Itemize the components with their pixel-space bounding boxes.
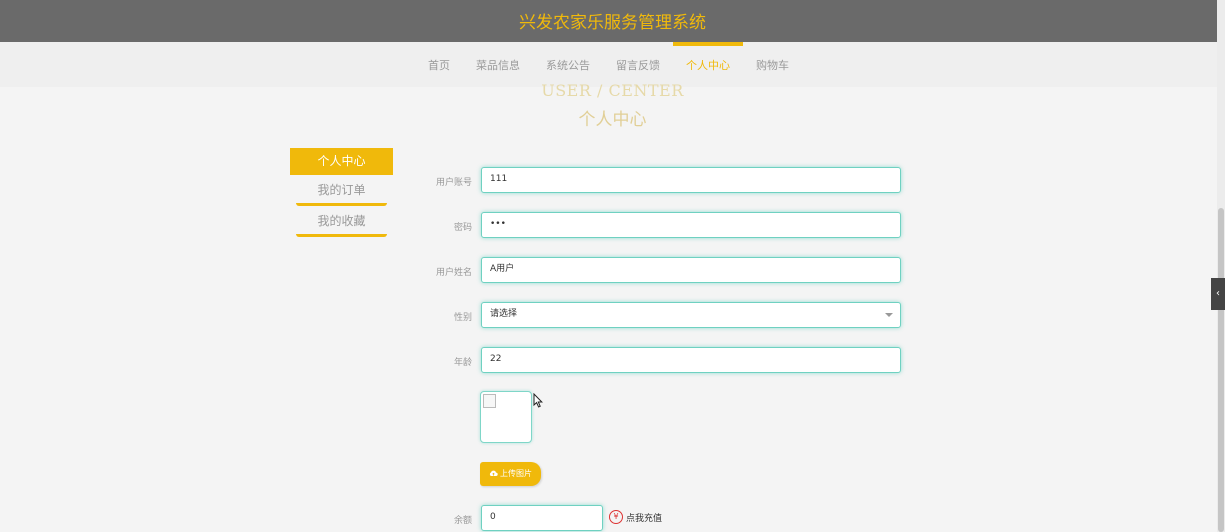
mouse-cursor-icon [533, 393, 543, 408]
page-heading-cn: 个人中心 [578, 110, 647, 130]
age-label: 年龄 [453, 358, 472, 368]
scrollbar-thumb[interactable] [1218, 208, 1224, 532]
gender-select-value: 请选择 [490, 309, 518, 319]
chevron-left-icon[interactable]: ‹ [1211, 278, 1225, 310]
chevron-down-icon [885, 313, 893, 317]
sidebar-item-label: 我的订单 [317, 183, 366, 197]
sidebar-item-my-favorites[interactable]: 我的收藏 [290, 208, 393, 237]
balance-field[interactable]: 0 [481, 505, 603, 531]
cloud-upload-icon [489, 470, 498, 476]
gender-label: 性别 [453, 313, 472, 323]
sidebar-item-label: 个人中心 [317, 154, 366, 168]
gender-select[interactable]: 请选择 [481, 302, 901, 328]
recharge-link[interactable]: ¥ 点我充值 [609, 510, 662, 524]
password-field[interactable]: ••• [481, 212, 901, 238]
sidebar-item-underline [296, 203, 387, 206]
age-field[interactable]: 22 [481, 347, 901, 373]
upload-image-button[interactable]: 上传图片 [480, 462, 541, 486]
page-heading-en: USER / CENTER [541, 81, 684, 100]
site-title: 兴发农家乐服务管理系统 [519, 13, 706, 33]
account-field[interactable]: 111 [481, 167, 901, 193]
user-sidebar: 个人中心 我的订单 我的收藏 [290, 148, 393, 239]
balance-label: 余额 [453, 516, 472, 526]
top-header: 兴发农家乐服务管理系统 [0, 0, 1225, 42]
avatar-preview [480, 391, 532, 443]
recharge-label: 点我充值 [626, 513, 663, 524]
upload-button-label: 上传图片 [500, 469, 532, 478]
yen-icon: ¥ [609, 510, 623, 524]
sidebar-item-label: 我的收藏 [317, 214, 366, 228]
sidebar-item-my-orders[interactable]: 我的订单 [290, 177, 393, 206]
broken-image-icon [483, 394, 496, 408]
password-label: 密码 [453, 223, 472, 233]
name-label: 用户姓名 [435, 268, 472, 278]
sidebar-item-underline [296, 234, 387, 237]
name-field[interactable]: A用户 [481, 257, 901, 283]
account-label: 用户账号 [435, 178, 472, 188]
sidebar-item-user-center[interactable]: 个人中心 [290, 148, 393, 175]
